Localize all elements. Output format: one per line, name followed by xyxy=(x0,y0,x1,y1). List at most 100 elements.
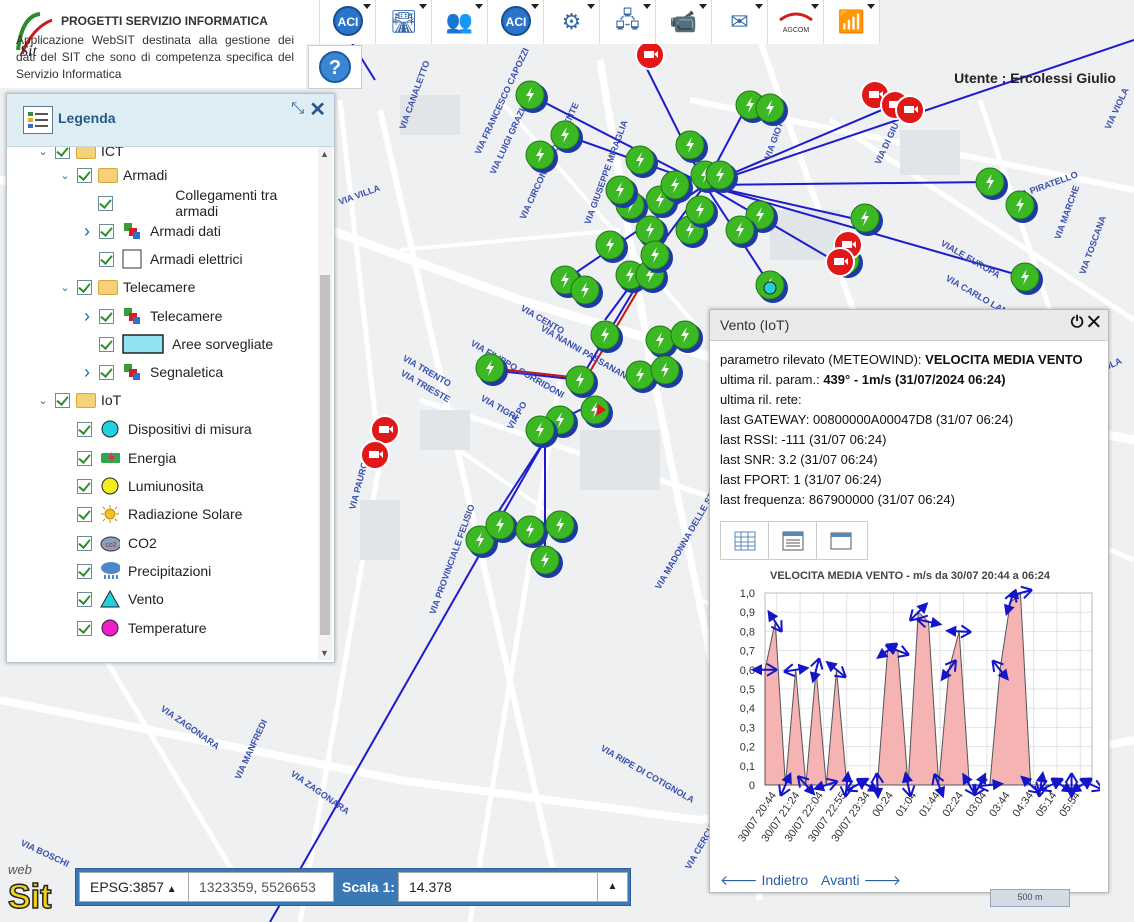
svg-text:ACI: ACI xyxy=(337,15,358,29)
camera-button[interactable]: 📹 xyxy=(656,0,712,44)
tab-table[interactable] xyxy=(721,522,769,559)
next-button[interactable]: Avanti 🡒 xyxy=(821,872,901,889)
legend-item[interactable]: Energia xyxy=(59,446,176,470)
layer-checkbox[interactable] xyxy=(77,563,92,579)
legend-item-label: Energia xyxy=(128,450,177,466)
layer-checkbox[interactable] xyxy=(99,251,114,267)
caret-down-icon xyxy=(699,4,707,9)
wind-sensor-marker[interactable] xyxy=(763,281,777,295)
tab-window[interactable] xyxy=(817,522,865,559)
popup-header: Vento (IoT) ⏻ ✕ xyxy=(710,310,1108,341)
camera-marker[interactable] xyxy=(825,247,855,277)
scroll-thumb[interactable] xyxy=(320,275,330,635)
legend-item[interactable]: Aree sorvegliate xyxy=(81,332,273,356)
scroll-up-icon[interactable]: ▲ xyxy=(320,149,329,159)
layer-checkbox[interactable] xyxy=(55,147,70,159)
help-button[interactable]: ? xyxy=(308,45,362,89)
caret-down-icon xyxy=(419,4,427,9)
legend-item-label: Dispositivi di misura xyxy=(128,421,252,437)
layer-checkbox[interactable] xyxy=(77,535,92,551)
tools-button[interactable] xyxy=(306,0,320,44)
epsg-select[interactable]: EPSG:3857 ▲ xyxy=(79,872,189,902)
network-icon: 🖧 xyxy=(615,7,640,32)
legend-item-label: Armadi xyxy=(123,167,168,183)
legend-item[interactable]: › Segnaletica xyxy=(81,360,223,384)
legend-item[interactable]: Lumiunosita xyxy=(59,474,204,498)
layer-checkbox[interactable] xyxy=(77,478,92,494)
layer-checkbox[interactable] xyxy=(98,195,113,211)
agcom-button[interactable]: AGCOM xyxy=(768,0,824,44)
legend-item[interactable]: Armadi elettrici xyxy=(81,247,243,271)
legend-item[interactable]: › Armadi dati xyxy=(81,219,221,243)
svg-text:ACI: ACI xyxy=(505,15,526,29)
chevron-down-icon[interactable]: ⌄ xyxy=(59,281,71,294)
scroll-down-icon[interactable]: ▼ xyxy=(320,648,329,658)
folder-icon xyxy=(76,147,96,159)
chevron-right-icon[interactable]: › xyxy=(81,306,93,327)
road-button[interactable]: 🛣 xyxy=(376,0,432,44)
aci-2-button[interactable]: ACI xyxy=(488,0,544,44)
legend-item[interactable]: ⌄ Armadi xyxy=(59,163,167,187)
wifi-button[interactable]: 📶 xyxy=(824,0,880,44)
scale-input[interactable]: 14.378 xyxy=(398,872,598,902)
help-icon: ? xyxy=(319,51,351,83)
layer-checkbox[interactable] xyxy=(77,167,92,183)
layer-checkbox[interactable] xyxy=(99,223,114,239)
legend-tree: ⌄ ICT ⌄ Armadi Collegamenti tra armadi › Armad… xyxy=(7,147,315,660)
gear-button[interactable]: ⚙ xyxy=(544,0,600,44)
legend-item[interactable]: Temperature xyxy=(59,616,207,640)
chevron-right-icon[interactable]: › xyxy=(81,362,93,383)
stamp-button[interactable]: ✉ xyxy=(712,0,768,44)
aci-button[interactable]: ACI xyxy=(320,0,376,44)
layer-checkbox[interactable] xyxy=(77,506,92,522)
camera-marker[interactable] xyxy=(360,440,390,470)
param-line: parametro rilevato (METEOWIND): VELOCITA… xyxy=(720,352,1083,367)
legend-item-label: ICT xyxy=(101,147,124,159)
close-icon[interactable]: ✕ xyxy=(1088,314,1100,331)
legend-item[interactable]: Collegamenti tra armadi xyxy=(81,187,315,219)
layer-checkbox[interactable] xyxy=(77,421,92,437)
coordinate-field[interactable]: 1323359, 5526653 xyxy=(188,872,334,902)
legend-item[interactable]: co2 CO2 xyxy=(59,531,157,555)
pin-icon[interactable]: ⤡ xyxy=(291,100,304,118)
layer-checkbox[interactable] xyxy=(77,620,92,636)
square-icon xyxy=(122,249,142,269)
legend-item[interactable]: Radiazione Solare xyxy=(59,502,242,526)
caret-down-icon xyxy=(755,4,763,9)
close-icon[interactable]: ✕ xyxy=(309,97,326,122)
layer-checkbox[interactable] xyxy=(99,336,114,352)
camera-marker[interactable] xyxy=(895,95,925,125)
chevron-down-icon[interactable]: ⌄ xyxy=(59,169,71,182)
scale-dropdown-icon[interactable]: ▲ xyxy=(597,872,628,902)
legend-icon xyxy=(23,106,53,134)
legend-item[interactable]: ⌄ IoT xyxy=(37,388,121,412)
layer-checkbox[interactable] xyxy=(99,308,114,324)
layer-checkbox[interactable] xyxy=(77,279,92,295)
area-icon xyxy=(122,334,164,354)
legend-panel: Legenda ⤡ ✕ ⌄ ICT ⌄ Armadi Collegamenti tra … xyxy=(6,93,335,663)
chevron-down-icon[interactable]: ⌄ xyxy=(37,147,49,158)
camera-marker[interactable] xyxy=(635,40,665,70)
layer-checkbox[interactable] xyxy=(77,591,92,607)
tab-list[interactable] xyxy=(769,522,817,559)
camera-marker[interactable] xyxy=(370,415,400,445)
legend-item[interactable]: Precipitazioni xyxy=(59,559,211,583)
legend-scrollbar[interactable]: ▲ ▼ xyxy=(318,147,332,660)
legend-item[interactable]: › Telecamere xyxy=(81,304,222,328)
legend-item[interactable]: ⌄ Telecamere xyxy=(59,275,195,299)
layer-checkbox[interactable] xyxy=(99,364,114,380)
net-label: ultima ril. rete: xyxy=(720,392,802,407)
users-button[interactable]: 👥 xyxy=(432,0,488,44)
power-icon[interactable]: ⏻ xyxy=(1071,314,1084,331)
agcom-icon: AGCOM xyxy=(776,6,816,39)
legend-item[interactable]: ⌄ ICT xyxy=(37,147,124,163)
layer-checkbox[interactable] xyxy=(77,450,92,466)
layer-checkbox[interactable] xyxy=(55,392,70,408)
legend-item[interactable]: Vento xyxy=(59,587,164,611)
aci-icon-2: ACI xyxy=(500,5,532,40)
back-button[interactable]: 🡐 Indietro xyxy=(720,872,808,889)
legend-item[interactable]: Dispositivi di misura xyxy=(59,417,252,441)
network-button[interactable]: 🖧 xyxy=(600,0,656,44)
chevron-down-icon[interactable]: ⌄ xyxy=(37,394,49,407)
chevron-right-icon[interactable]: › xyxy=(81,221,93,242)
